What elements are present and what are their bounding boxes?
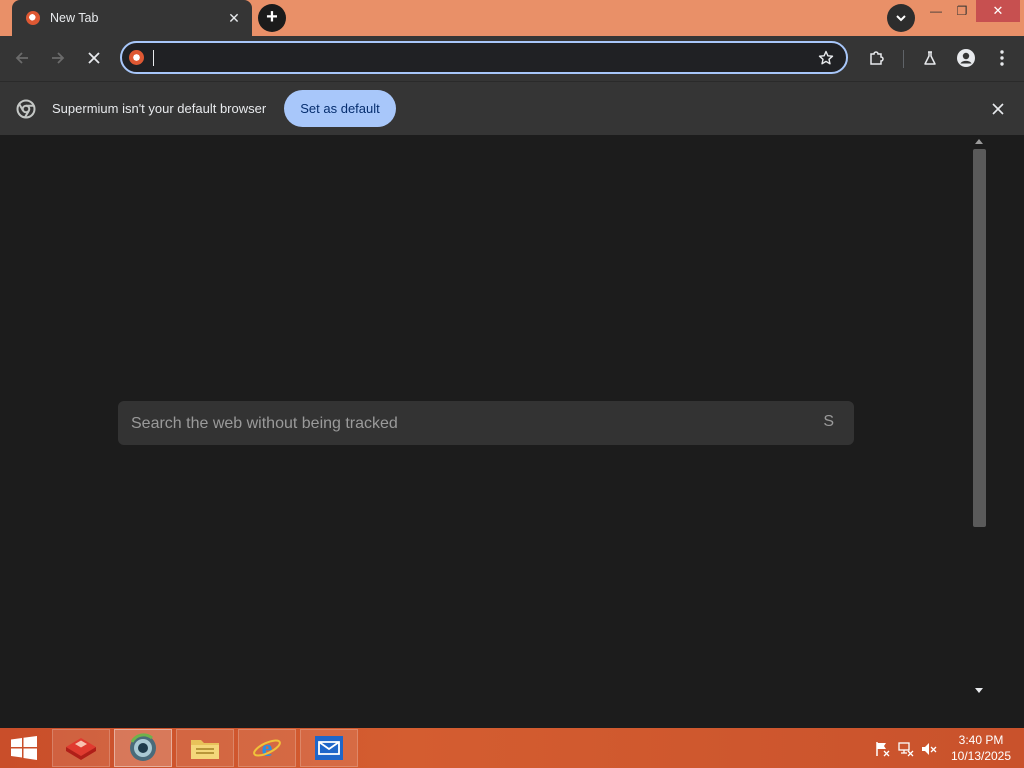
search-box[interactable]: S xyxy=(118,401,854,445)
address-bar[interactable] xyxy=(120,41,848,74)
svg-text:e: e xyxy=(262,736,273,762)
chevron-down-icon xyxy=(896,15,906,22)
windows-logo-icon xyxy=(11,736,37,760)
set-as-default-button[interactable]: Set as default xyxy=(284,90,396,127)
start-button[interactable] xyxy=(10,736,38,760)
tab-search-button[interactable] xyxy=(887,4,915,32)
tab-favicon-icon xyxy=(26,11,40,25)
taskbar-mail[interactable] xyxy=(300,729,358,767)
star-icon xyxy=(818,50,834,65)
labs-button[interactable] xyxy=(918,46,942,70)
toolbar-separator xyxy=(903,50,904,68)
arrow-left-icon xyxy=(15,52,28,64)
kebab-menu-icon xyxy=(1000,50,1004,66)
forward-button[interactable] xyxy=(46,46,70,70)
puzzle-icon xyxy=(870,51,884,65)
folder-icon xyxy=(191,740,219,759)
flag-icon[interactable] xyxy=(874,741,890,757)
person-icon xyxy=(957,49,975,67)
search-input[interactable] xyxy=(129,412,793,436)
taskbar-browser[interactable] xyxy=(114,729,172,767)
stop-loading-button[interactable] xyxy=(82,46,106,70)
search-submit-button[interactable]: S xyxy=(823,413,834,431)
tab-title: New Tab xyxy=(50,11,99,25)
close-icon xyxy=(88,52,100,64)
scroll-down-arrow-icon[interactable] xyxy=(975,688,983,693)
extensions-button[interactable] xyxy=(865,46,889,70)
volume-muted-icon[interactable] xyxy=(921,741,937,757)
clock-date: 10/13/2025 xyxy=(950,749,1012,763)
address-input[interactable] xyxy=(156,48,800,70)
browser-menu-button[interactable] xyxy=(990,46,1014,70)
maximize-button[interactable]: ❐ xyxy=(950,0,974,22)
red-shapes-icon xyxy=(66,738,96,760)
tab-close-icon[interactable]: ✕ xyxy=(226,10,242,27)
mail-icon xyxy=(315,736,343,760)
browser-logo-icon xyxy=(16,99,36,124)
taskbar-internet-explorer[interactable]: e xyxy=(238,729,296,767)
profile-button[interactable] xyxy=(954,46,978,70)
system-clock[interactable]: 3:40 PM 10/13/2025 xyxy=(944,732,1018,764)
text-caret xyxy=(153,50,154,66)
arrow-right-icon xyxy=(52,52,65,64)
new-tab-button[interactable]: + xyxy=(258,4,286,32)
duckduckgo-icon[interactable] xyxy=(129,50,144,65)
page-content: S xyxy=(0,135,1024,728)
default-browser-infobar: Supermium isn't your default browser Set… xyxy=(0,81,1024,135)
flask-icon xyxy=(924,51,936,65)
clock-time: 3:40 PM xyxy=(958,733,1004,747)
minimize-button[interactable]: — xyxy=(924,0,948,22)
vertical-scrollbar[interactable] xyxy=(971,135,988,700)
infobar-message: Supermium isn't your default browser xyxy=(52,101,267,116)
supermium-icon xyxy=(130,733,156,761)
taskbar-file-explorer[interactable] xyxy=(176,729,234,767)
scrollbar-thumb[interactable] xyxy=(973,149,986,527)
scroll-up-arrow-icon[interactable] xyxy=(975,139,983,144)
ie-icon: e xyxy=(253,736,281,762)
infobar-close-button[interactable] xyxy=(989,100,1007,118)
network-icon[interactable] xyxy=(898,741,914,757)
close-icon xyxy=(992,103,1004,115)
browser-toolbar xyxy=(0,36,1024,81)
taskbar-app-1[interactable] xyxy=(52,729,110,767)
bookmark-star-button[interactable] xyxy=(818,50,834,71)
taskbar: e 3:40 PM 10/13/2025 xyxy=(0,728,1024,768)
back-button[interactable] xyxy=(10,46,34,70)
close-window-button[interactable]: ✕ xyxy=(976,0,1020,22)
tab-new-tab[interactable]: New Tab ✕ xyxy=(12,0,252,36)
title-bar: New Tab ✕ + — ❐ ✕ xyxy=(0,0,1024,36)
